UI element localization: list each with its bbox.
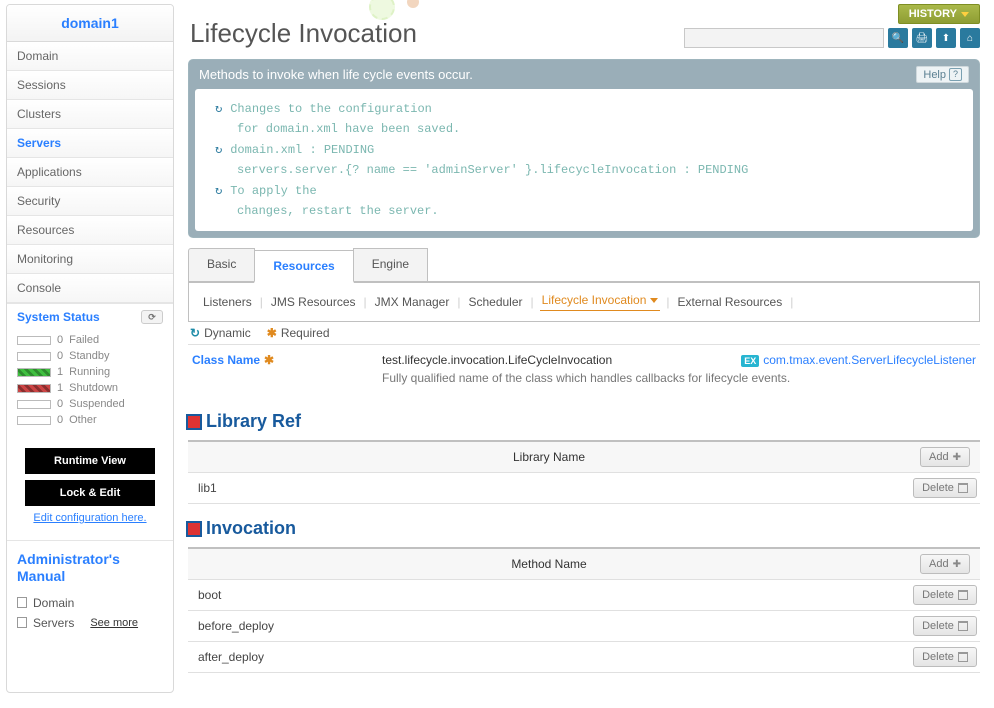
history-button[interactable]: HISTORY xyxy=(898,4,980,24)
home-icon[interactable]: ⌂ xyxy=(960,28,980,48)
library-column-header: Library Name xyxy=(188,442,910,472)
status-swatch xyxy=(17,400,51,409)
invocation-row: bootDelete xyxy=(188,580,980,611)
page-icon xyxy=(17,617,27,628)
trash-icon xyxy=(958,652,968,662)
status-row: 1Shutdown xyxy=(17,380,163,396)
cell-value[interactable]: before_deploy xyxy=(188,611,910,641)
chevron-down-icon xyxy=(961,12,969,17)
invocation-add-button[interactable]: Add✚ xyxy=(920,554,970,574)
status-row: 0Failed xyxy=(17,332,163,348)
sidebar-item-servers[interactable]: Servers xyxy=(7,129,173,158)
subtab-lifecycle-invocation[interactable]: Lifecycle Invocation xyxy=(540,293,661,311)
sidebar-item-security[interactable]: Security xyxy=(7,187,173,216)
required-icon: ✱ xyxy=(267,326,277,340)
dynamic-label: Dynamic xyxy=(204,326,251,340)
message-box: Methods to invoke when life cycle events… xyxy=(188,59,980,238)
sidebar-item-sessions[interactable]: Sessions xyxy=(7,71,173,100)
dynamic-icon: ↻ xyxy=(190,326,200,340)
sidebar-item-monitoring[interactable]: Monitoring xyxy=(7,245,173,274)
status-row: 0Standby xyxy=(17,348,163,364)
runtime-view-button[interactable]: Runtime View xyxy=(25,448,155,474)
status-swatch xyxy=(17,416,51,425)
refresh-icon: ↻ xyxy=(215,99,222,119)
cell-value[interactable]: lib1 xyxy=(188,473,910,503)
subtab-jmx-manager[interactable]: JMX Manager xyxy=(373,295,452,309)
delete-button[interactable]: Delete xyxy=(913,478,977,498)
status-swatch xyxy=(17,384,51,393)
sidebar-item-domain[interactable]: Domain xyxy=(7,42,173,71)
message-heading: Methods to invoke when life cycle events… xyxy=(199,67,473,82)
delete-button[interactable]: Delete xyxy=(913,585,977,605)
tab-engine[interactable]: Engine xyxy=(353,248,428,281)
status-swatch xyxy=(17,368,51,377)
status-swatch xyxy=(17,352,51,361)
status-row: 1Running xyxy=(17,364,163,380)
refresh-icon[interactable]: ⟳ xyxy=(141,310,163,324)
sidebar-item-clusters[interactable]: Clusters xyxy=(7,100,173,129)
library-row: lib1Delete xyxy=(188,473,980,504)
domain-title[interactable]: domain1 xyxy=(7,5,173,42)
required-label: Required xyxy=(281,326,330,340)
search-icon[interactable]: 🔍 xyxy=(888,28,908,48)
cell-value[interactable]: boot xyxy=(188,580,910,610)
system-status-label: System Status xyxy=(17,310,100,324)
delete-button[interactable]: Delete xyxy=(913,616,977,636)
required-icon: ✱ xyxy=(264,353,274,367)
sidebar-item-applications[interactable]: Applications xyxy=(7,158,173,187)
export-icon[interactable]: ⬆ xyxy=(936,28,956,48)
chevron-down-icon xyxy=(650,298,658,303)
edit-configuration-link[interactable]: Edit configuration here. xyxy=(7,512,173,524)
status-row: 0Other xyxy=(17,412,163,428)
field-class-name-value: test.lifecycle.invocation.LifeCycleInvoc… xyxy=(382,353,612,367)
trash-icon xyxy=(958,483,968,493)
field-class-name-desc: Fully qualified name of the class which … xyxy=(382,371,976,385)
section-icon xyxy=(188,523,200,535)
manual-item[interactable]: ServersSee more xyxy=(17,613,163,633)
tab-basic[interactable]: Basic xyxy=(188,248,255,281)
see-more-link[interactable]: See more xyxy=(90,617,138,629)
library-ref-title: Library Ref xyxy=(188,411,980,432)
trash-icon xyxy=(958,621,968,631)
trash-icon xyxy=(958,590,968,600)
sidebar-item-resources[interactable]: Resources xyxy=(7,216,173,245)
subtab-scheduler[interactable]: Scheduler xyxy=(466,295,524,309)
cell-value[interactable]: after_deploy xyxy=(188,642,910,672)
sidebar: domain1 DomainSessionsClustersServersApp… xyxy=(6,4,174,693)
subtab-jms-resources[interactable]: JMS Resources xyxy=(269,295,358,309)
search-input[interactable] xyxy=(684,28,884,48)
invocation-row: after_deployDelete xyxy=(188,642,980,673)
sidebar-item-console[interactable]: Console xyxy=(7,274,173,303)
refresh-icon: ↻ xyxy=(215,181,222,201)
invocation-title: Invocation xyxy=(188,518,980,539)
refresh-icon: ↻ xyxy=(215,140,222,160)
example-link[interactable]: EXcom.tmax.event.ServerLifecycleListener xyxy=(741,353,976,367)
subtab-listeners[interactable]: Listeners xyxy=(201,295,254,309)
page-icon xyxy=(17,597,27,608)
plus-icon: ✚ xyxy=(953,452,961,463)
status-swatch xyxy=(17,336,51,345)
library-add-button[interactable]: Add✚ xyxy=(920,447,970,467)
invocation-row: before_deployDelete xyxy=(188,611,980,642)
section-icon xyxy=(188,416,200,428)
status-row: 0Suspended xyxy=(17,396,163,412)
lock-edit-button[interactable]: Lock & Edit xyxy=(25,480,155,506)
manual-item[interactable]: Domain xyxy=(17,593,163,613)
help-button[interactable]: Help xyxy=(916,66,969,83)
delete-button[interactable]: Delete xyxy=(913,647,977,667)
invocation-column-header: Method Name xyxy=(188,549,910,579)
print-icon[interactable]: 🖨 xyxy=(912,28,932,48)
tab-resources[interactable]: Resources xyxy=(254,250,353,283)
manual-title: Administrator's Manual xyxy=(17,551,163,585)
subtab-external-resources[interactable]: External Resources xyxy=(676,295,785,309)
field-class-name-label: Class Name xyxy=(192,353,260,367)
plus-icon: ✚ xyxy=(953,559,961,570)
